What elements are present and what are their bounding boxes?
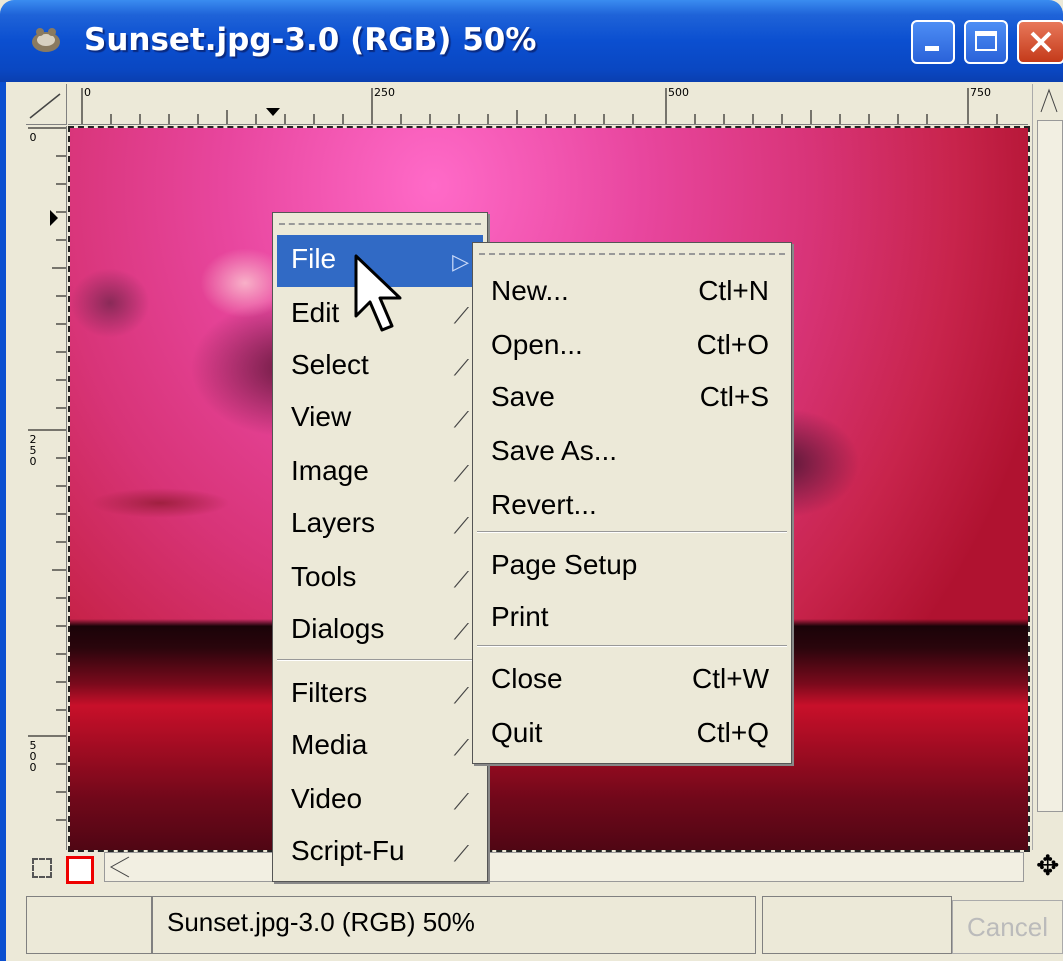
maximize-icon <box>975 31 997 51</box>
shortcut-label: Ctl+W <box>692 663 769 694</box>
ruler-label: 250 <box>29 433 37 468</box>
menu-item-print[interactable]: Print <box>477 593 787 645</box>
submenu-arrow-icon: ⟋ <box>453 567 469 592</box>
menu-item-image[interactable]: Image ⟋ <box>277 447 483 499</box>
corner-arrow-icon <box>29 93 61 119</box>
menu-item-dialogs[interactable]: Dialogs ⟋ <box>277 605 483 657</box>
menu-item-open[interactable]: Open... Ctl+O <box>477 321 787 373</box>
status-cell <box>26 896 152 954</box>
menu-item-page-setup[interactable]: Page Setup <box>477 541 787 593</box>
maximize-button[interactable] <box>964 20 1008 64</box>
cloud <box>90 488 230 518</box>
ruler-label: 500 <box>29 739 37 774</box>
menu-separator <box>477 531 787 533</box>
title-bar[interactable]: Sunset.jpg-3.0 (RGB) 50% <box>0 0 1063 82</box>
cloud <box>70 268 150 338</box>
shortcut-label: Ctl+O <box>696 329 769 360</box>
cancel-button[interactable]: Cancel <box>952 900 1063 954</box>
submenu-arrow-icon: ⟋ <box>453 683 469 708</box>
ruler-label: 0 <box>29 131 37 144</box>
shortcut-label: Ctl+N <box>698 275 769 306</box>
menu-item-video[interactable]: Video ⟋ <box>277 775 483 827</box>
ruler-label: 750 <box>970 86 991 99</box>
horizontal-scrollbar[interactable] <box>104 852 1024 882</box>
close-icon <box>1030 31 1052 53</box>
horizontal-ruler[interactable]: 0 250 500 750 <box>68 84 1028 125</box>
menu-item-save[interactable]: Save Ctl+S <box>477 373 787 425</box>
window-title: Sunset.jpg-3.0 (RGB) 50% <box>84 22 537 58</box>
status-text: Sunset.jpg-3.0 (RGB) 50% <box>167 907 475 937</box>
scroll-up-icon[interactable] <box>1039 88 1059 114</box>
menu-item-tools[interactable]: Tools ⟋ <box>277 553 483 605</box>
submenu-arrow-icon: ▷ <box>452 249 469 274</box>
scroll-left-icon[interactable] <box>107 855 131 879</box>
vertical-scrollbar-thumb[interactable] <box>1037 120 1063 812</box>
menu-separator <box>477 645 787 647</box>
tearoff-line[interactable] <box>279 223 481 225</box>
minimize-button[interactable] <box>911 20 955 64</box>
menu-item-save-as[interactable]: Save As... <box>477 427 787 479</box>
close-button[interactable] <box>1017 20 1063 64</box>
ruler-label: 500 <box>668 86 689 99</box>
submenu-arrow-icon: ⟋ <box>453 789 469 814</box>
submenu-arrow-icon: ⟋ <box>453 461 469 486</box>
menu-item-filters[interactable]: Filters ⟋ <box>277 669 483 721</box>
menu-item-close[interactable]: Close Ctl+W <box>477 655 787 707</box>
submenu-arrow-icon: ⟋ <box>453 735 469 760</box>
menu-item-layers[interactable]: Layers ⟋ <box>277 499 483 551</box>
tearoff-line[interactable] <box>479 253 785 255</box>
menu-item-script-fu[interactable]: Script-Fu ⟋ <box>277 827 483 879</box>
submenu-arrow-icon: ⟋ <box>453 303 469 328</box>
ruler-corner[interactable] <box>26 84 67 125</box>
shortcut-label: Ctl+Q <box>696 717 769 748</box>
vertical-ruler[interactable]: 0 250 500 <box>26 126 67 850</box>
menu-item-revert[interactable]: Revert... <box>477 481 787 533</box>
menu-item-media[interactable]: Media ⟋ <box>277 721 483 773</box>
ruler-label: 0 <box>84 86 91 99</box>
mouse-cursor-icon <box>354 254 402 332</box>
submenu-arrow-icon: ⟋ <box>453 619 469 644</box>
submenu-arrow-icon: ⟋ <box>453 355 469 380</box>
progress-area <box>762 896 952 954</box>
navigate-icon[interactable]: ✥ <box>1036 852 1059 880</box>
minimize-icon <box>925 46 939 51</box>
status-message: Sunset.jpg-3.0 (RGB) 50% <box>152 896 756 954</box>
quick-mask-toggle-icon[interactable] <box>66 856 94 884</box>
vertical-scrollbar[interactable] <box>1032 84 1063 850</box>
quick-mask-off-icon[interactable] <box>32 858 52 878</box>
submenu-arrow-icon: ⟋ <box>453 513 469 538</box>
menu-separator <box>277 659 483 661</box>
menu-item-new[interactable]: New... Ctl+N <box>477 267 787 319</box>
menu-item-quit[interactable]: Quit Ctl+Q <box>477 709 787 761</box>
shortcut-label: Ctl+S <box>699 381 769 412</box>
file-submenu: New... Ctl+N Open... Ctl+O Save Ctl+S Save … <box>472 242 792 764</box>
menu-item-view[interactable]: View ⟋ <box>277 393 483 445</box>
submenu-arrow-icon: ⟋ <box>453 407 469 432</box>
menu-item-select[interactable]: Select ⟋ <box>277 341 483 393</box>
submenu-arrow-icon: ⟋ <box>453 841 469 866</box>
gimp-app-icon[interactable] <box>26 26 66 54</box>
pointer-marker-icon <box>266 108 280 116</box>
ruler-label: 250 <box>374 86 395 99</box>
